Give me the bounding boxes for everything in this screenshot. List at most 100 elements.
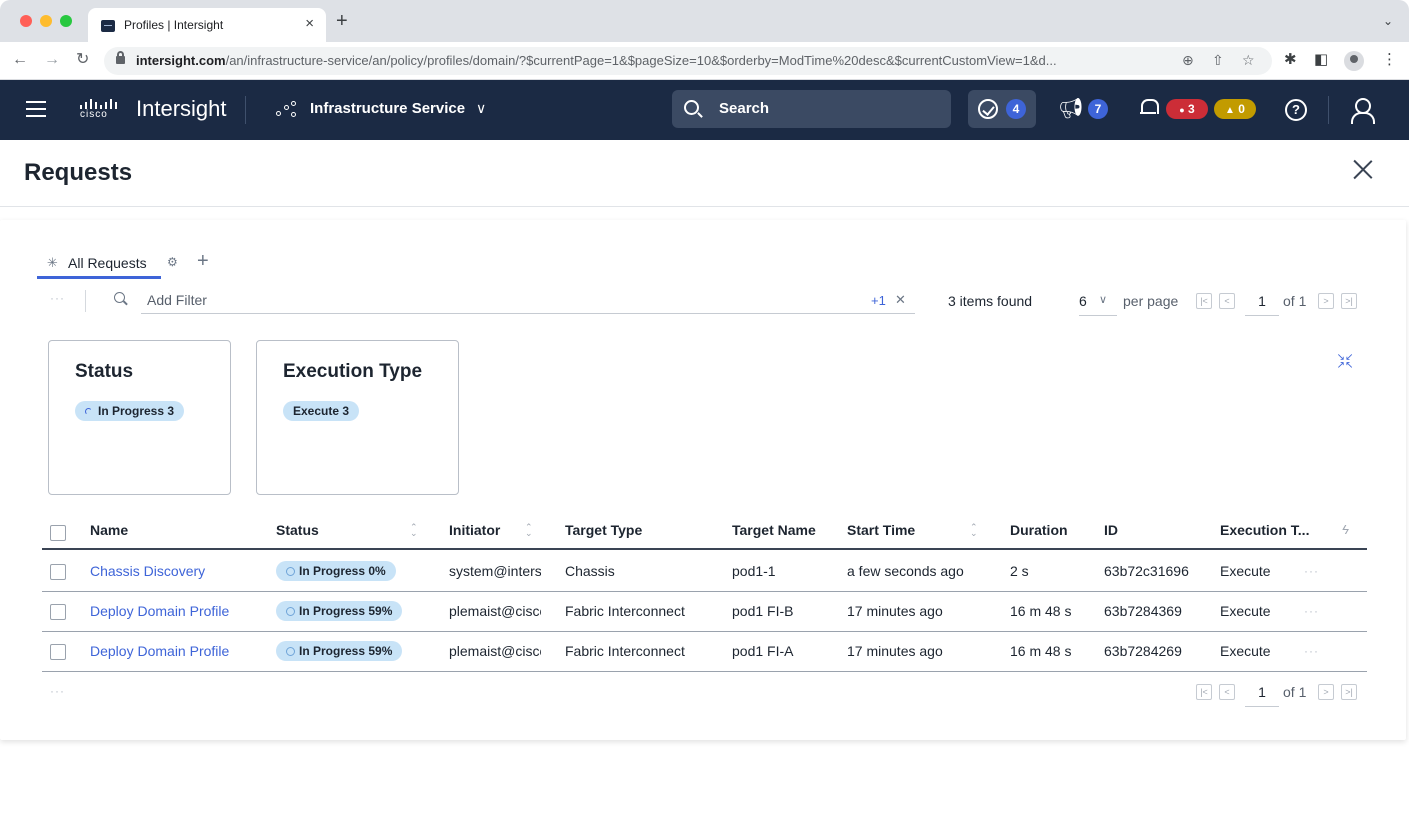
column-settings-lightning-icon[interactable]: ϟ [1342,522,1349,537]
browser-profile-avatar[interactable] [1344,51,1364,71]
browser-menu-icon[interactable]: ⋮ [1382,52,1397,68]
request-name-link[interactable]: Deploy Domain Profile [90,643,270,659]
side-panel-icon[interactable]: ◧ [1314,52,1328,68]
extensions-puzzle-icon[interactable]: ✱ [1284,52,1297,68]
column-header-target-name[interactable]: Target Name [732,522,816,538]
service-chevron-down-icon[interactable]: ∨ [476,100,486,117]
bottom-current-page-input[interactable]: 1 [1245,677,1279,707]
bottom-page-count: of 1 [1283,684,1307,700]
execution-type-execute-chip[interactable]: Execute 3 [283,401,360,421]
close-icon[interactable] [1352,158,1374,180]
column-header-duration[interactable]: Duration [1010,522,1068,538]
row-checkbox[interactable] [50,604,66,620]
bookmark-star-icon[interactable]: ☆ [1242,52,1255,69]
start-time-cell: 17 minutes ago [847,643,943,659]
row-actions-ellipsis-icon[interactable]: ··· [1304,564,1319,578]
url-text: intersight.com/an/infrastructure-service… [136,53,1057,68]
initiator-cell: plemaist@cisco.com [449,603,541,619]
alarms-bell-icon[interactable] [1140,98,1159,116]
first-page-icon[interactable]: |< [1196,293,1212,309]
row-checkbox[interactable] [50,644,66,660]
global-search[interactable]: Search [672,90,951,128]
requests-button[interactable]: 4 [968,90,1036,128]
next-page-icon[interactable]: > [1318,684,1334,700]
help-icon[interactable]: ? [1285,99,1307,121]
status-badge: In Progress 59% [276,601,403,621]
zoom-icon[interactable]: ⊕ [1182,52,1194,69]
execution-type-cell: Execute [1220,563,1271,579]
target-type-cell: Fabric Interconnect [565,603,685,619]
back-arrow-icon[interactable]: ← [12,51,28,69]
window-maximize-button[interactable] [60,15,72,27]
add-filter-input[interactable] [141,286,915,314]
table-actions-ellipsis-icon[interactable]: ··· [50,291,65,305]
sort-initiator-icon[interactable]: ⌃ ⌄ [525,523,533,538]
app-header: cisco Intersight Infrastructure Service … [0,80,1409,140]
bottom-actions-ellipsis-icon[interactable]: ··· [50,684,65,698]
id-cell: 63b7284369 [1104,603,1182,619]
critical-alarms-badge[interactable]: ● 3 [1166,99,1208,119]
row-checkbox[interactable] [50,564,66,580]
app-brand[interactable]: Intersight [136,96,227,122]
sort-start-time-icon[interactable]: ⌃ ⌄ [970,523,978,538]
tab-close-icon[interactable]: × [305,15,314,32]
address-bar[interactable]: intersight.com/an/infrastructure-service… [104,47,1272,75]
user-profile-icon[interactable] [1350,98,1375,124]
window-close-button[interactable] [20,15,32,27]
previous-page-icon[interactable]: < [1219,293,1235,309]
per-page-select[interactable]: 6 ∨ [1079,286,1117,316]
column-header-target-type[interactable]: Target Type [565,522,642,538]
search-label: Search [719,100,770,117]
row-actions-ellipsis-icon[interactable]: ··· [1304,644,1319,658]
target-type-cell: Chassis [565,563,615,579]
select-all-checkbox[interactable] [50,525,66,541]
view-settings-gear-icon[interactable]: ⚙ [167,255,178,269]
in-progress-spinner-icon [286,607,295,616]
id-cell: 63b72c31696 [1104,563,1189,579]
table-row[interactable]: Deploy Domain Profile In Progress 59% pl… [42,632,1367,672]
window-minimize-button[interactable] [40,15,52,27]
first-page-icon[interactable]: |< [1196,684,1212,700]
previous-page-icon[interactable]: < [1219,684,1235,700]
add-view-plus-icon[interactable]: + [197,250,209,273]
last-page-icon[interactable]: >| [1341,293,1357,309]
warning-alarms-badge[interactable]: ▲ 0 [1214,99,1256,119]
per-page-value: 6 [1079,293,1087,309]
extra-filters-count[interactable]: +1 [871,293,886,308]
requests-count-badge: 4 [1006,99,1026,119]
duration-cell: 16 m 48 s [1010,603,1072,619]
hamburger-menu-icon[interactable] [26,101,46,117]
request-name-link[interactable]: Deploy Domain Profile [90,603,270,619]
share-icon[interactable]: ⇧ [1212,52,1224,69]
request-name-link[interactable]: Chassis Discovery [90,563,270,579]
asterisk-icon: ✳ [47,255,58,270]
clear-filter-icon[interactable]: ✕ [895,292,906,308]
column-header-status[interactable]: Status [276,522,319,538]
current-page-input[interactable]: 1 [1245,286,1279,316]
column-header-execution-type[interactable]: Execution T... [1220,522,1309,538]
column-header-name[interactable]: Name [90,522,128,538]
last-page-icon[interactable]: >| [1341,684,1357,700]
tab-search-chevron-icon[interactable]: ⌄ [1383,14,1393,28]
column-header-initiator[interactable]: Initiator [449,522,500,538]
new-tab-button[interactable]: + [336,11,348,31]
page-header: Requests [0,140,1409,207]
next-page-icon[interactable]: > [1318,293,1334,309]
status-widget-title: Status [75,361,134,382]
forward-arrow-icon[interactable]: → [44,51,60,69]
column-header-start-time[interactable]: Start Time [847,522,915,538]
service-selector[interactable]: Infrastructure Service [310,100,465,117]
row-actions-ellipsis-icon[interactable]: ··· [1304,604,1319,618]
column-header-id[interactable]: ID [1104,522,1118,538]
table-row[interactable]: Deploy Domain Profile In Progress 59% pl… [42,592,1367,632]
status-widget: Status In Progress 3 [48,340,231,495]
collapse-widgets-icon[interactable]: ↘↙ ↗↖ [1336,353,1354,372]
browser-tab[interactable]: Profiles | Intersight × [88,8,326,42]
table-row[interactable]: Chassis Discovery In Progress 0% system@… [42,552,1367,592]
status-in-progress-chip[interactable]: In Progress 3 [75,401,185,421]
announcements-megaphone-icon[interactable]: 📢︎ [1058,99,1083,119]
reload-icon[interactable]: ↻ [76,51,89,69]
sort-status-icon[interactable]: ⌃ ⌄ [410,523,418,538]
target-name-cell: pod1 FI-A [732,643,794,659]
browser-tab-title: Profiles | Intersight [124,18,224,32]
